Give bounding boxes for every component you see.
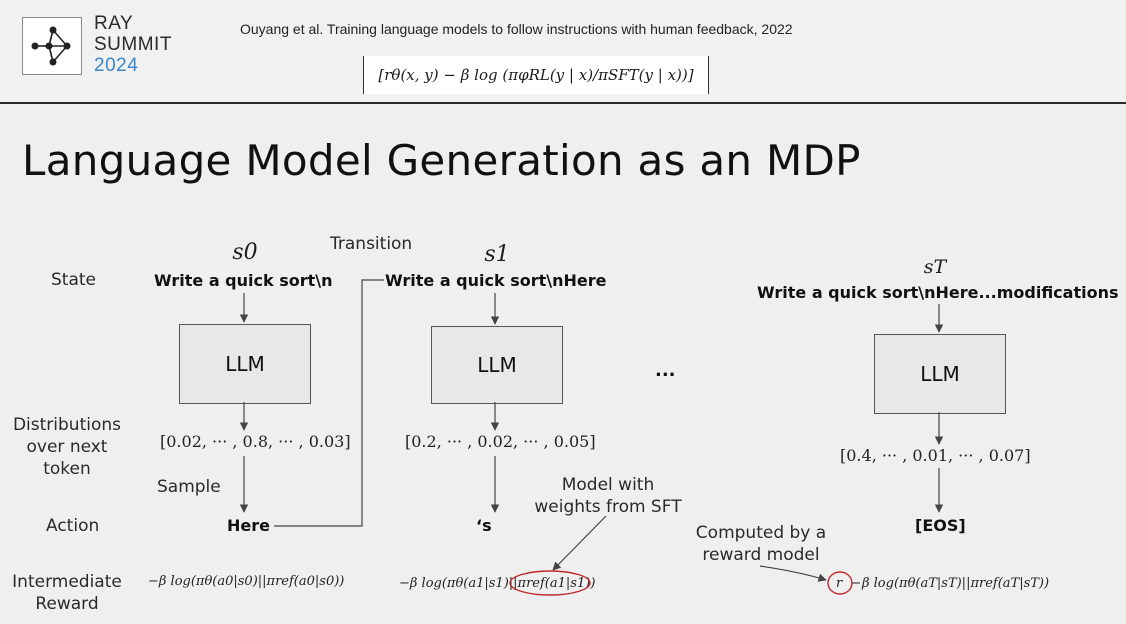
action-0: Here xyxy=(227,516,270,535)
distribution-0: [0.02, ··· , 0.8, ··· , 0.03] xyxy=(160,432,351,451)
ellipsis: ... xyxy=(655,360,676,381)
objective-formula: [rθ(x, y) − β log (πφRL(y | x)/πSFT(y | … xyxy=(363,56,709,94)
llm-box-T: LLM xyxy=(874,334,1006,414)
state-text-T: Write a quick sort\nHere...modifications xyxy=(757,283,1119,302)
state-symbol-sT: sT xyxy=(923,256,947,278)
citation: Ouyang et al. Training language models t… xyxy=(240,21,793,37)
row-label-action: Action xyxy=(46,516,100,536)
state-text-1: Write a quick sort\nHere xyxy=(385,271,607,290)
annotation-reward-model: Computed by a reward model xyxy=(695,523,827,565)
event-logo-text: RAY SUMMIT 2024 xyxy=(94,13,172,76)
action-T: [EOS] xyxy=(915,516,966,535)
row-label-sample: Sample xyxy=(157,477,221,497)
arrow-reward-annotation xyxy=(759,565,827,582)
action-1: ‘s xyxy=(476,516,492,535)
row-label-distributions: Distributions over next token xyxy=(12,415,122,479)
row-label-state: State xyxy=(51,270,96,290)
state-symbol-s0: s0 xyxy=(232,240,258,265)
state-text-0: Write a quick sort\n xyxy=(154,271,333,290)
llm-box-0: LLM xyxy=(179,324,311,404)
transition-label: Transition xyxy=(330,234,413,254)
reward-1: −β log(πθ(a1|s1)||πref(a1|s1)) xyxy=(399,576,596,591)
ray-logo-icon xyxy=(22,17,82,75)
distribution-T: [0.4, ··· , 0.01, ··· , 0.07] xyxy=(840,446,1031,465)
slide-title: Language Model Generation as an MDP xyxy=(22,136,861,185)
row-label-reward: Intermediate Reward xyxy=(12,572,122,614)
reward-0: −β log(πθ(a0|s0)||πref(a0|s0)) xyxy=(148,574,345,589)
distribution-1: [0.2, ··· , 0.02, ··· , 0.05] xyxy=(405,432,596,451)
arrow-sft-annotation xyxy=(552,515,607,571)
annotation-sft-weights: Model with weights from SFT xyxy=(534,475,682,517)
llm-box-1: LLM xyxy=(431,326,563,404)
reward-T-r: r xyxy=(836,576,843,591)
reward-ref-term: πref(a1|s1) xyxy=(517,576,591,591)
reward-T: β log(πθ(aT|sT)||πref(aT|sT)) xyxy=(862,576,1050,591)
state-symbol-s1: s1 xyxy=(484,242,510,267)
